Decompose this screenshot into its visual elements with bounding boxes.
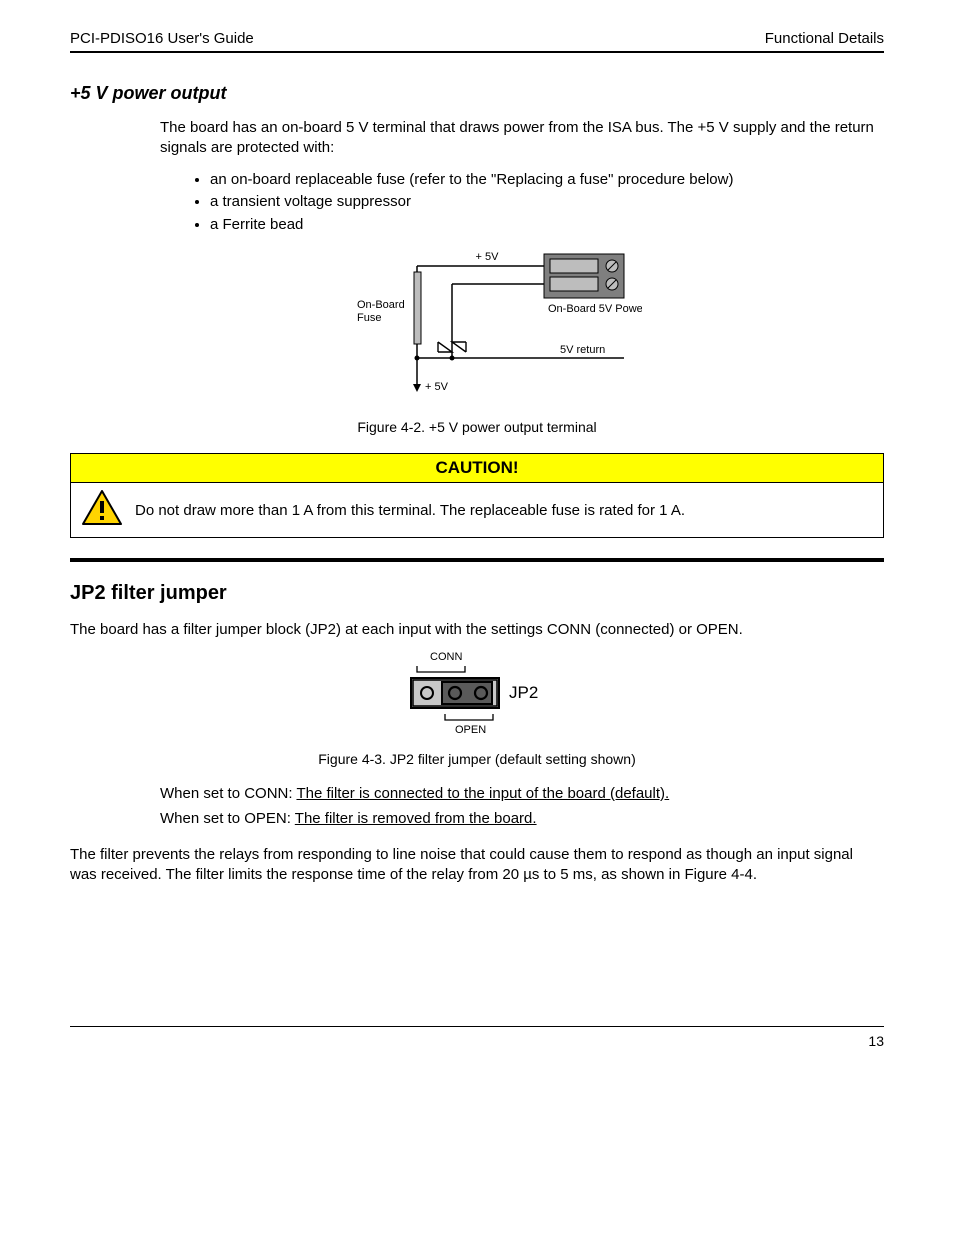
label-jp2: JP2 [509,683,538,702]
figure-5v-terminal: + 5V On-Board 5V Power Terminal On-Board… [70,246,884,411]
label-conn: CONN [430,651,462,663]
header-right: Functional Details [765,30,884,47]
figure-caption-2: Figure 4-3. JP2 filter jumper (default s… [70,751,884,767]
page-footer: 13 [70,1026,884,1049]
label-plus5v-top: + 5V [476,251,500,263]
section-divider [70,558,884,562]
paragraph-5v-intro: The board has an on-board 5 V terminal t… [160,118,874,159]
figure-caption-1: Figure 4-2. +5 V power output terminal [70,419,884,435]
jp2-conn-prefix: When set to CONN: [160,785,293,802]
bullet-item: a Ferrite bead [210,214,884,237]
jp2-conn-line: When set to CONN: The filter is connecte… [160,785,884,802]
warning-icon [81,489,123,531]
bullet-item: an on-board replaceable fuse (refer to t… [210,169,884,192]
caution-text: Do not draw more than 1 A from this term… [135,502,685,519]
caution-box: CAUTION! Do not draw more than 1 A from … [70,453,884,538]
footer-pagenum: 13 [868,1033,884,1049]
header-rule [70,51,884,53]
label-fuse2: Fuse [357,312,381,324]
label-term1: On-Board 5V Power Terminal [548,303,642,315]
paragraph-jp2-detail: The filter prevents the relays from resp… [70,845,874,886]
label-open: OPEN [455,724,486,736]
header-left: PCI-PDISO16 User's Guide [70,30,254,47]
bullet-list-5v: an on-board replaceable fuse (refer to t… [190,169,884,237]
label-fuse: On-Board [357,299,405,311]
caution-title: CAUTION! [71,454,883,483]
subheading-5v: +5 V power output [70,83,884,104]
page-header: PCI-PDISO16 User's Guide Functional Deta… [70,30,884,47]
label-5v-return: 5V return [560,344,605,356]
jp2-open-prefix: When set to OPEN: [160,810,291,827]
paragraph-jp2-intro: The board has a filter jumper block (JP2… [70,621,884,638]
subheading-jp2: JP2 filter jumper [70,582,884,605]
bullet-item: a transient voltage suppressor [210,191,884,214]
jp2-open-link[interactable]: The filter is removed from the board. [295,810,537,827]
figure-jp2: CONN JP2 OPEN [70,648,884,743]
jp2-open-line: When set to OPEN: The filter is removed … [160,810,884,827]
jp2-conn-link[interactable]: The filter is connected to the input of … [296,785,669,802]
label-plus5v-bottom: + 5V [425,381,449,393]
